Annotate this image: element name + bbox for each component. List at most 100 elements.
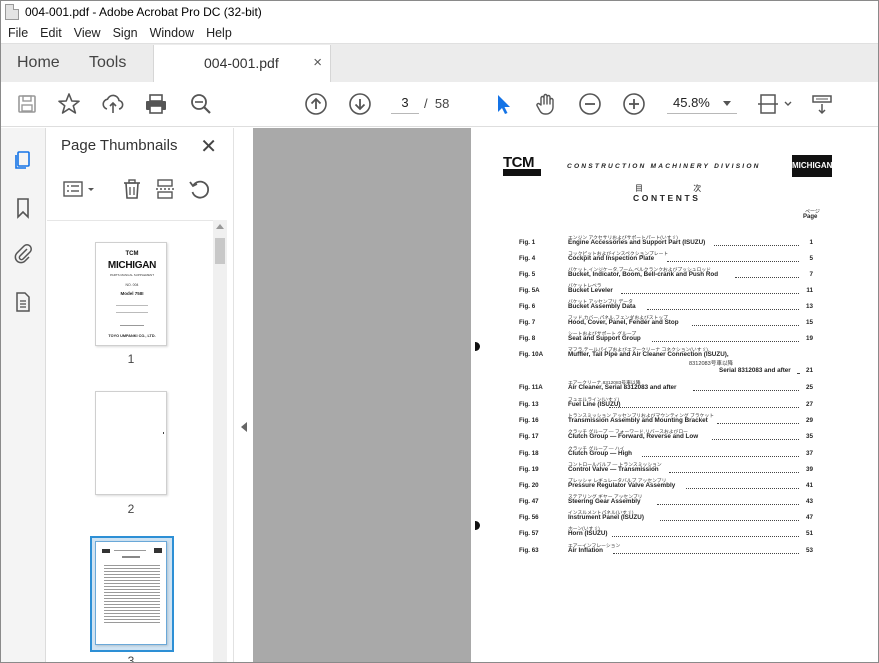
bookmarks-icon[interactable] [9, 194, 37, 222]
toc-entry-page: 29 [805, 417, 813, 424]
page-separator: / [424, 96, 428, 111]
thumbnail-scrollbar[interactable] [213, 220, 227, 662]
fit-page-icon[interactable] [755, 90, 795, 118]
document-properties-icon[interactable] [9, 288, 37, 316]
save-icon[interactable] [13, 90, 41, 118]
toc-entry-page: 53 [805, 547, 813, 554]
scroll-up-icon[interactable] [216, 224, 224, 229]
toc-entry-title: Control Valve — Transmission [568, 466, 659, 473]
toc-entry-fig: Fig. 6 [519, 303, 536, 310]
page-thumbnail-2[interactable] [95, 391, 167, 495]
pdf-file-icon [5, 4, 19, 20]
toc-entry-title: Muffler, Tail Pipe and Air Cleaner Conne… [568, 351, 729, 358]
page-total: / 58 [424, 96, 449, 111]
contents-heading: CONTENTS [633, 193, 701, 203]
zoom-out-icon[interactable] [576, 90, 604, 118]
scroll-mode-icon[interactable] [809, 90, 839, 118]
menu-help[interactable]: Help [206, 26, 232, 40]
toc-entry-page: 39 [805, 466, 813, 473]
toc-entry-page: 13 [805, 303, 813, 310]
scrollbar-thumb[interactable] [215, 238, 225, 264]
toc-entry-page: 47 [805, 514, 813, 521]
thumb-cover-model: Model 75III [120, 291, 144, 296]
page-up-icon[interactable] [302, 90, 330, 118]
thumb3-contents-heading [122, 556, 140, 558]
toc-entry-leader [717, 423, 799, 424]
zoom-level-dropdown[interactable]: 45.8% [667, 92, 737, 114]
thumb3-michigan-logo [154, 548, 162, 553]
toc-entry-page: 15 [805, 319, 813, 326]
page-number-input[interactable]: 3 [391, 92, 419, 114]
division-title: CONSTRUCTION MACHINERY DIVISION [567, 163, 761, 170]
menu-window[interactable]: Window [150, 26, 194, 40]
thumb-blank-mark [163, 432, 164, 434]
attachments-icon[interactable] [9, 240, 37, 268]
toc-entry-page: 21 [805, 367, 813, 374]
bookmark-star-icon[interactable] [55, 90, 83, 118]
upload-icon[interactable] [99, 90, 127, 118]
toc-entry-leader [652, 341, 799, 342]
thumb-cover-subtitle: PARTS MANUAL SUPPLEMENT [109, 273, 155, 277]
page-thumbnail-1[interactable]: TCM MICHIGAN PARTS MANUAL SUPPLEMENT NO.… [95, 242, 167, 346]
extract-pages-icon[interactable] [154, 178, 176, 205]
toc-entry-extra-jp: 8312083号車以降 [689, 361, 734, 367]
rotate-icon[interactable] [188, 178, 210, 205]
thumb3-tcm-logo [102, 549, 110, 553]
page-thumbnail-label-2: 2 [127, 502, 135, 516]
toc-entry-fig: Fig. 17 [519, 433, 539, 440]
toc-entry-leader [609, 407, 799, 408]
toc-entry-title: Air Cleaner, Serial 8312083 and after [568, 384, 677, 391]
hand-icon[interactable] [532, 90, 560, 118]
toc-entry-title: Horn (ISUZU) [568, 530, 608, 537]
page-thumbnail-3[interactable] [95, 541, 167, 645]
toc-entry-leader [647, 309, 799, 310]
toc-entry-fig: Fig. 18 [519, 450, 539, 457]
page-column-label: Page [803, 214, 818, 220]
toc-entry-title: Bucket, Indicator, Boom, Bell-crank and … [568, 271, 719, 278]
tab-document[interactable]: 004-001.pdf × [153, 45, 331, 83]
thumb3-division-line [114, 550, 146, 551]
thumbnail-options-icon[interactable] [63, 179, 97, 204]
menu-sign[interactable]: Sign [113, 26, 138, 40]
toc-entry-title: Bucket Assembly Data [568, 303, 636, 310]
thumb-cover-name: MICHIGAN [107, 260, 157, 271]
panel-collapse-strip[interactable] [233, 128, 253, 662]
toc-entry-fig: Fig. 57 [519, 530, 539, 537]
toolbar: 3 / 58 45.8% [1, 82, 878, 127]
close-tab-icon[interactable]: × [313, 54, 322, 71]
zoom-in-icon[interactable] [620, 90, 648, 118]
toc-entry-leader [735, 277, 799, 278]
tab-tools[interactable]: Tools [89, 54, 126, 72]
menu-file[interactable]: File [8, 26, 28, 40]
toc-entry-fig: Fig. 1 [519, 239, 536, 246]
toc-entry-fig: Fig. 63 [519, 547, 539, 554]
michigan-logo: MICHIGAN [792, 155, 832, 177]
page-thumbnails-icon[interactable] [9, 146, 37, 174]
toc-entry-page: 51 [805, 530, 813, 537]
punch-hole-mark [475, 521, 480, 530]
toc-entry-fig: Fig. 10A [519, 351, 544, 358]
zoom-search-icon[interactable] [187, 90, 215, 118]
close-panel-icon[interactable]: ✕ [200, 134, 217, 159]
toc-entry-title: Clutch Group — High [568, 450, 633, 457]
document-tab-label: 004-001.pdf [204, 55, 279, 71]
page-thumbnail-label-3: 3 [127, 654, 135, 663]
toc-entry-extra-title: Serial 8312083 and after [719, 367, 791, 374]
toc-entry-fig: Fig. 16 [519, 417, 539, 424]
toc-entry-leader [667, 261, 799, 262]
menu-edit[interactable]: Edit [40, 26, 62, 40]
toc-entry-page: 37 [805, 450, 813, 457]
trash-icon[interactable] [121, 178, 143, 205]
toc-entry-page: 5 [809, 255, 813, 262]
toc-entry-page: 35 [805, 433, 813, 440]
tab-home[interactable]: Home [17, 54, 60, 72]
toc-entry-title: Steering Gear Assembly [568, 498, 641, 505]
toc-entry-leader [660, 520, 799, 521]
menu-view[interactable]: View [74, 26, 101, 40]
document-view[interactable]: TCM CONSTRUCTION MACHINERY DIVISION MICH… [253, 128, 878, 662]
print-icon[interactable] [142, 90, 170, 118]
toc-entry-leader [692, 325, 799, 326]
page-down-icon[interactable] [346, 90, 374, 118]
select-pointer-icon[interactable] [489, 90, 517, 118]
collapse-left-icon[interactable] [241, 422, 247, 432]
